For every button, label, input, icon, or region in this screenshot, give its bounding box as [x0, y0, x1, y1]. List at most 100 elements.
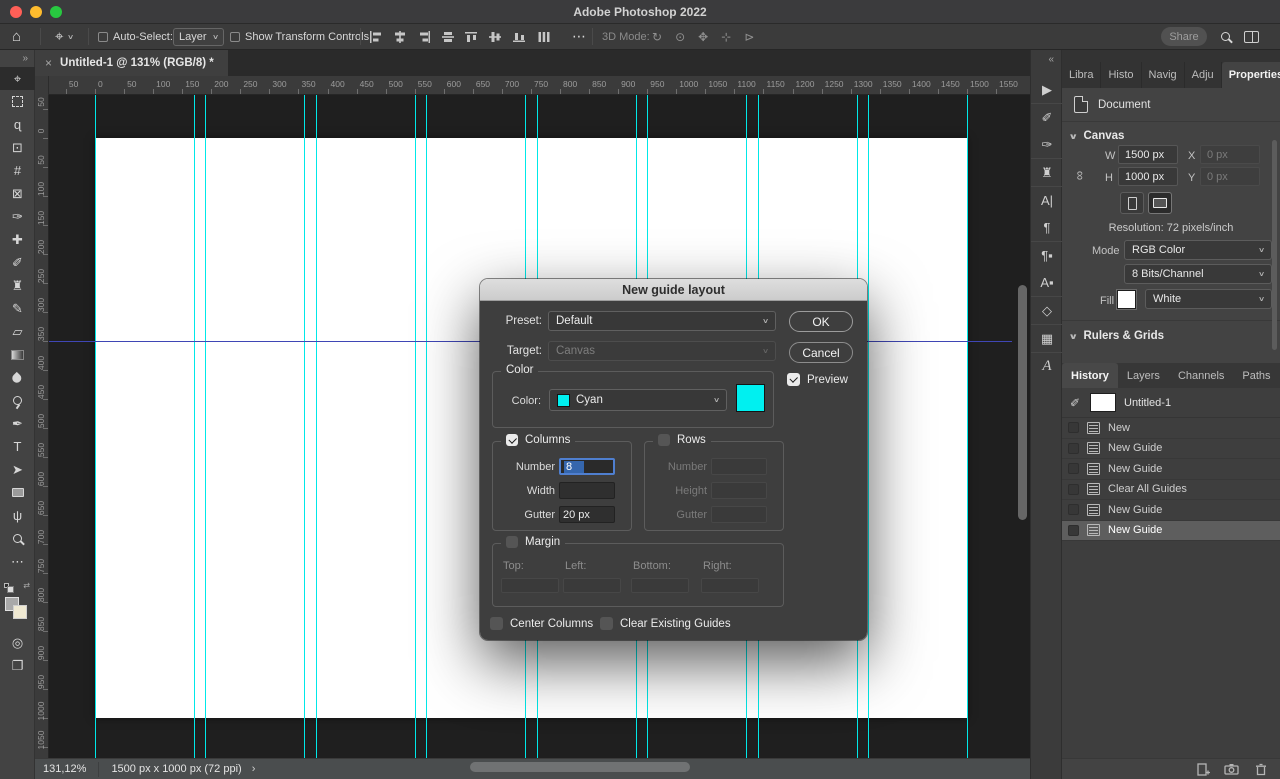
- color-dropdown[interactable]: Cyan∨: [549, 389, 727, 411]
- collapse-tools-icon[interactable]: »: [0, 50, 34, 67]
- screen-mode-button[interactable]: ❐: [0, 654, 35, 677]
- close-tab-icon[interactable]: ×: [45, 56, 52, 70]
- center-columns-checkbox[interactable]: Center Columns: [490, 617, 593, 630]
- history-source-well[interactable]: [1068, 504, 1079, 515]
- bit-depth-dropdown[interactable]: 8 Bits/Channel∨: [1124, 264, 1272, 284]
- history-source-well[interactable]: [1068, 443, 1079, 454]
- path-selection-tool[interactable]: ➤: [0, 458, 35, 481]
- swap-colors-icon[interactable]: ⇄: [23, 581, 30, 590]
- expand-dock-icon[interactable]: «: [1031, 50, 1061, 69]
- paragraph-styles-panel-icon[interactable]: ¶▪: [1031, 242, 1063, 269]
- cancel-button[interactable]: Cancel: [789, 342, 853, 363]
- gradient-tool[interactable]: [0, 343, 35, 366]
- distribute-vertical-icon[interactable]: [440, 30, 455, 44]
- align-center-vertical-icon[interactable]: [392, 30, 407, 44]
- history-state-row[interactable]: New Guide: [1062, 521, 1280, 542]
- canvas-section-header[interactable]: ∨ Canvas: [1070, 130, 1124, 142]
- vertical-guide[interactable]: [426, 95, 427, 758]
- character-styles-panel-icon[interactable]: A▪: [1031, 269, 1063, 296]
- glyphs-panel-icon[interactable]: A: [1031, 353, 1063, 380]
- vertical-guide[interactable]: [194, 95, 195, 758]
- history-state-row[interactable]: New Guide: [1062, 500, 1280, 521]
- panel-tab-histo[interactable]: Histo: [1101, 62, 1141, 88]
- horizontal-scrollbar[interactable]: [470, 762, 690, 772]
- clone-stamp-tool[interactable]: ♜: [0, 274, 35, 297]
- history-snapshot-row[interactable]: ✐ Untitled-1: [1062, 388, 1280, 418]
- crop-tool[interactable]: #: [0, 159, 35, 182]
- history-state-row[interactable]: Clear All Guides: [1062, 480, 1280, 501]
- auto-select-checkbox[interactable]: Auto-Select:: [98, 24, 173, 49]
- align-right-icon[interactable]: [416, 30, 431, 44]
- character-panel-icon[interactable]: A|: [1031, 187, 1063, 214]
- vertical-guide[interactable]: [205, 95, 206, 758]
- quick-mask-button[interactable]: ◎: [0, 631, 35, 654]
- history-state-row[interactable]: New: [1062, 418, 1280, 439]
- columns-width-field[interactable]: [559, 482, 615, 499]
- properties-scrollbar[interactable]: [1272, 140, 1277, 350]
- brush-tool[interactable]: ✐: [0, 251, 35, 274]
- object-selection-tool[interactable]: ⊡: [0, 136, 35, 159]
- move-tool-preset[interactable]: ⌖ ∨: [55, 24, 74, 49]
- status-chevron-icon[interactable]: ›: [252, 763, 256, 775]
- frame-tool[interactable]: ⊠: [0, 182, 35, 205]
- move-tool[interactable]: ⌖: [0, 67, 35, 90]
- background-color-swatch[interactable]: [13, 605, 27, 619]
- align-center-horizontal-icon[interactable]: [488, 30, 503, 44]
- panel-tab-navig[interactable]: Navig: [1142, 62, 1185, 88]
- preview-checkbox[interactable]: Preview: [787, 373, 848, 386]
- panel-tab-channels[interactable]: Channels: [1169, 363, 1233, 388]
- clear-existing-guides-checkbox[interactable]: Clear Existing Guides: [600, 617, 731, 630]
- landscape-orientation-button[interactable]: [1148, 192, 1172, 214]
- panel-tab-layers[interactable]: Layers: [1118, 363, 1169, 388]
- new-document-from-state-icon[interactable]: [1195, 762, 1210, 777]
- default-swap-colors[interactable]: ⇄: [4, 581, 30, 590]
- history-source-well[interactable]: [1068, 422, 1079, 433]
- ok-button[interactable]: OK: [789, 311, 853, 332]
- vertical-guide[interactable]: [868, 95, 869, 758]
- columns-number-field[interactable]: 8: [559, 458, 615, 475]
- actions-panel-icon[interactable]: ▶: [1031, 76, 1063, 103]
- distribute-horizontal-icon[interactable]: [536, 30, 551, 44]
- home-icon[interactable]: ⌂: [12, 24, 21, 49]
- history-source-well[interactable]: [1068, 484, 1079, 495]
- rows-checkbox[interactable]: [658, 434, 670, 446]
- align-top-icon[interactable]: [464, 30, 479, 44]
- auto-select-box[interactable]: [98, 32, 108, 42]
- document-tab[interactable]: × Untitled-1 @ 131% (RGB/8) *: [35, 50, 228, 76]
- blur-tool[interactable]: [0, 366, 35, 389]
- color-preview-swatch[interactable]: [736, 384, 765, 412]
- pen-tool[interactable]: ✒: [0, 412, 35, 435]
- fill-color-swatch[interactable]: [1117, 290, 1136, 309]
- history-state-row[interactable]: New Guide: [1062, 459, 1280, 480]
- more-tools-tool[interactable]: ⋯: [0, 550, 35, 573]
- type-tool[interactable]: T: [0, 435, 35, 458]
- vertical-guide[interactable]: [95, 95, 96, 758]
- more-options-icon[interactable]: ⋯: [572, 24, 586, 49]
- 3d-panel-icon[interactable]: ◇: [1031, 297, 1063, 324]
- shape-rectangle-tool[interactable]: [0, 481, 35, 504]
- eraser-tool[interactable]: ▱: [0, 320, 35, 343]
- preset-dropdown[interactable]: Default∨: [548, 311, 776, 331]
- preview-box[interactable]: [787, 373, 800, 386]
- vertical-guide[interactable]: [304, 95, 305, 758]
- canvas-width-field[interactable]: 1500 px: [1118, 145, 1178, 164]
- zoom-tool[interactable]: [0, 527, 35, 550]
- workspace-icon[interactable]: [1244, 24, 1259, 49]
- healing-brush-tool[interactable]: ✚: [0, 228, 35, 251]
- dialog-title[interactable]: New guide layout: [480, 279, 867, 301]
- canvas-height-field[interactable]: 1000 px: [1118, 167, 1178, 186]
- zoom-level[interactable]: 131,12%: [35, 763, 86, 775]
- marquee-tool[interactable]: [0, 90, 35, 113]
- fill-dropdown[interactable]: White∨: [1145, 289, 1272, 309]
- eyedropper-tool[interactable]: ✑: [0, 205, 35, 228]
- align-left-icon[interactable]: [368, 30, 383, 44]
- history-state-row[interactable]: New Guide: [1062, 439, 1280, 460]
- vertical-ruler[interactable]: 5005010015020025030035040045050055060065…: [35, 95, 49, 758]
- panel-tab-libra[interactable]: Libra: [1062, 62, 1101, 88]
- new-snapshot-icon[interactable]: [1224, 762, 1240, 776]
- history-brush-source-icon[interactable]: ✐: [1068, 396, 1082, 410]
- align-bottom-icon[interactable]: [512, 30, 527, 44]
- panel-tab-properties[interactable]: Properties: [1222, 62, 1280, 88]
- margin-checkbox[interactable]: [506, 536, 518, 548]
- show-transform-checkbox[interactable]: Show Transform Controls: [230, 24, 369, 49]
